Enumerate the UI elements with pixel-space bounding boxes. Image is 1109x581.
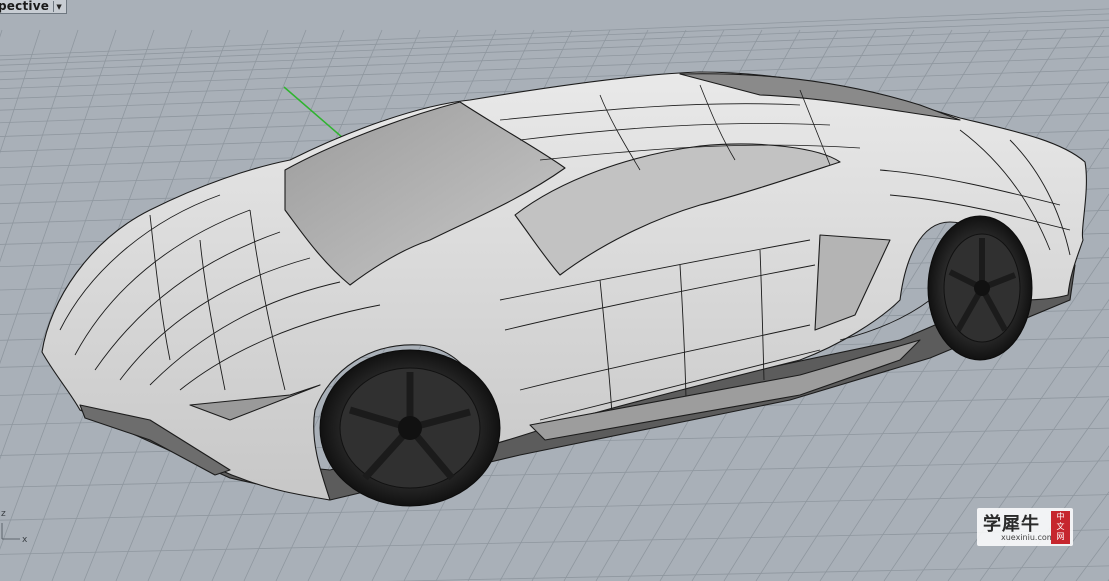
viewport-title[interactable]: pective [0, 0, 49, 13]
chevron-down-icon[interactable]: ▼ [53, 1, 64, 12]
axis-widget-icon [1, 523, 20, 540]
grid-line [0, 29, 3, 38]
grid-line [0, 460, 1109, 488]
grid-line [0, 494, 1109, 521]
watermark-logo: 学犀牛 xuexiniu.com 中文网 [977, 508, 1073, 546]
grid-line [387, 565, 1109, 581]
grid-line [0, 8, 1109, 57]
rear-wheel[interactable] [927, 215, 1033, 361]
watermark-seal: 中文网 [1051, 511, 1070, 544]
viewport-title-tab[interactable]: pective ▼ [0, 0, 68, 14]
grid-line [0, 27, 1109, 73]
watermark-url: xuexiniu.com [1001, 533, 1055, 542]
viewport-canvas[interactable] [0, 0, 1109, 581]
grid-line [0, 35, 1109, 81]
perspective-viewport[interactable]: pective ▼ z x 学犀牛 xuexiniu.com 中文网 [0, 0, 1109, 581]
front-wheel[interactable] [319, 349, 501, 507]
grid-line [0, 13, 1109, 61]
